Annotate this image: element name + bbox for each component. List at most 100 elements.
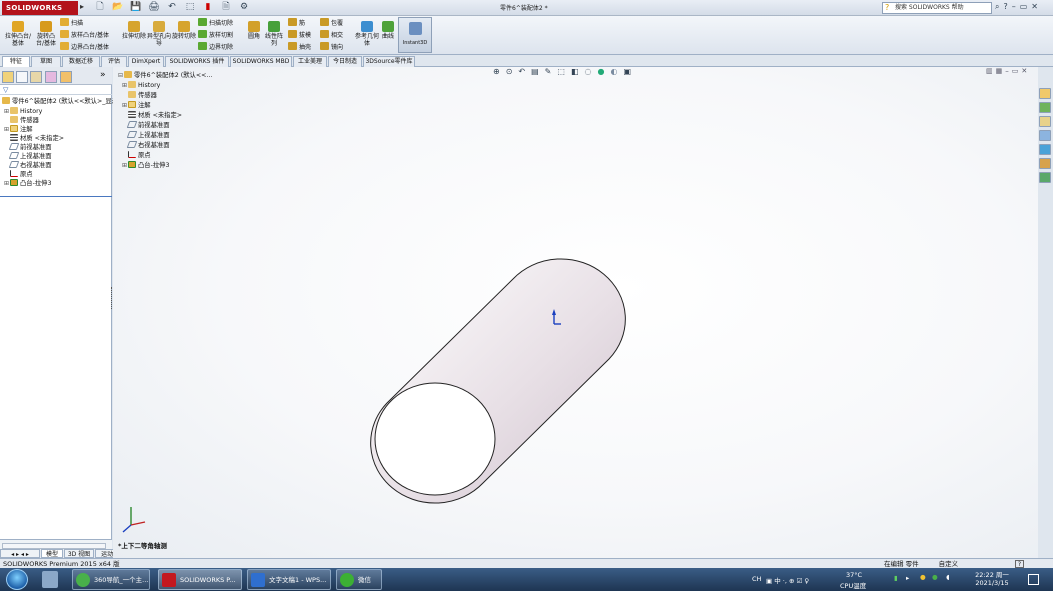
zoom-to-fit-icon[interactable]: ⊕ — [493, 67, 500, 79]
property-manager-tab-icon[interactable] — [16, 71, 28, 83]
input-language[interactable]: CH — [752, 575, 761, 583]
tree-item-material[interactable]: 材质 <未指定> — [4, 134, 64, 143]
forum-icon[interactable] — [1039, 172, 1051, 183]
flyout-root[interactable]: ⊟ 零件6^装配体2 (默认<<... — [118, 71, 212, 80]
rib-button[interactable]: 筋 — [288, 18, 305, 28]
tab-solidworks-addins[interactable]: SOLIDWORKS 插件 — [165, 56, 229, 67]
flyout-boss-extrude3[interactable]: ⊞ 凸台-拉伸3 — [122, 161, 169, 170]
battery-icon[interactable]: ▮ — [894, 574, 898, 582]
undo-icon[interactable]: ↶ — [166, 2, 178, 13]
fillet-button[interactable]: 圆角 — [245, 21, 263, 40]
expand-tabs-icon[interactable]: » — [100, 70, 106, 80]
view-palette-icon[interactable] — [1039, 130, 1051, 141]
boundary-boss-button[interactable]: 边界凸台/基体 — [60, 42, 109, 52]
status-help-button[interactable]: ? — [1015, 560, 1024, 568]
graphics-area[interactable]: ⊟ 零件6^装配体2 (默认<<... ⊞ History 传感器 ⊞ 注解 材质 <… — [113, 67, 1038, 558]
solidworks-resources-icon[interactable] — [1039, 88, 1051, 99]
save-icon[interactable]: 💾 — [130, 2, 142, 13]
tab-today-manufacture[interactable]: 今日制造 — [328, 56, 362, 67]
appearances-icon[interactable] — [1039, 144, 1051, 155]
tab-sketch[interactable]: 草图 — [31, 56, 61, 67]
extrude-boss-button[interactable]: 拉伸凸台/基体 — [4, 21, 32, 47]
boundary-cut-button[interactable]: 边界切除 — [198, 42, 233, 52]
restore-icon[interactable]: ▭ — [1020, 2, 1028, 12]
taskbar-app-wechat[interactable]: 微信 — [336, 569, 382, 590]
calculator-icon[interactable] — [42, 571, 58, 588]
tray-app-icon[interactable]: ● — [920, 573, 926, 581]
intersect-button[interactable]: 相交 — [320, 30, 343, 40]
viewport-restore-icon[interactable]: ▭ — [1012, 67, 1019, 75]
tab-3dsource[interactable]: 3DSource零件库 — [363, 56, 415, 67]
flyout-sensors[interactable]: 传感器 — [122, 91, 157, 100]
dynamic-annotation-icon[interactable]: ✎ — [545, 67, 552, 79]
dimxpert-manager-tab-icon[interactable] — [45, 71, 57, 83]
tab-nav-arrows[interactable]: ◂ ▸ ◂ ▸ — [0, 549, 40, 558]
tab-3d-views[interactable]: 3D 视图 — [64, 549, 94, 558]
tree-item-history[interactable]: ⊞ History — [4, 107, 42, 116]
speaker-icon[interactable]: ◖ — [946, 573, 949, 581]
edit-appearance-icon[interactable]: ● — [597, 67, 604, 79]
flyout-front-plane[interactable]: 前视基准面 — [122, 121, 169, 130]
notification-center-icon[interactable] — [1025, 571, 1041, 587]
reference-geometry-button[interactable]: 参考几何体 — [355, 21, 379, 47]
viewport-minimize-icon[interactable]: – — [1005, 67, 1009, 75]
instant3d-button[interactable]: Instant3D — [398, 17, 432, 53]
display-manager-tab-icon[interactable] — [60, 71, 72, 83]
flyout-material[interactable]: 材质 <未指定> — [122, 111, 182, 120]
shell-button[interactable]: 抽壳 — [288, 42, 311, 52]
taskbar-app-wps[interactable]: 文字文稿1 - WPS... — [247, 569, 331, 590]
viewport-close-icon[interactable]: ✕ — [1021, 67, 1027, 75]
revolve-cut-button[interactable]: 旋转切除 — [172, 21, 196, 40]
rebuild-icon[interactable]: ▮ — [202, 2, 214, 13]
configuration-manager-tab-icon[interactable] — [30, 71, 42, 83]
swept-cut-button[interactable]: 扫描切除 — [198, 18, 233, 28]
system-clock[interactable]: 22:22 周一 2021/3/15 — [968, 571, 1016, 587]
open-icon[interactable]: 📂 — [112, 2, 124, 13]
revolve-boss-button[interactable]: 旋转凸台/基体 — [33, 21, 59, 47]
view-settings-icon[interactable]: ▣ — [623, 67, 631, 79]
tree-item-sensors[interactable]: 传感器 — [4, 116, 39, 125]
taskbar-app-360-browser[interactable]: 360导航_一个主... — [72, 569, 150, 590]
extrude-cut-button[interactable]: 拉伸切除 — [122, 21, 146, 40]
filter-icon[interactable]: ▽ — [0, 86, 112, 95]
help-search-input[interactable]: ? 搜索 SOLIDWORKS 帮助 — [882, 2, 992, 14]
solidworks-logo[interactable]: SOLIDWORKS — [2, 1, 78, 15]
options-icon[interactable]: ⚙ — [238, 2, 250, 13]
draft-button[interactable]: 拔模 — [288, 30, 311, 40]
tree-item-front-plane[interactable]: 前视基准面 — [4, 143, 51, 152]
tray-wechat-icon[interactable]: ● — [932, 573, 938, 581]
tree-item-top-plane[interactable]: 上视基准面 — [4, 152, 51, 161]
flyout-top-plane[interactable]: 上视基准面 — [122, 131, 169, 140]
new-icon[interactable]: 🗋 — [94, 2, 106, 13]
select-icon[interactable]: ⬚ — [184, 2, 196, 13]
search-icon[interactable]: ⌕ — [995, 2, 999, 12]
lofted-cut-button[interactable]: 放样切割 — [198, 30, 233, 40]
taskbar-app-solidworks[interactable]: SOLIDWORKS P... — [158, 569, 242, 590]
view-orientation-icon[interactable]: ⬚ — [557, 67, 565, 79]
print-icon[interactable]: 🖨 — [148, 2, 160, 13]
tab-model[interactable]: 模型 — [41, 549, 63, 558]
flyout-history[interactable]: ⊞ History — [122, 81, 160, 90]
mirror-button[interactable]: 镜向 — [320, 42, 343, 52]
tray-arrow-icon[interactable]: ▸ — [906, 574, 909, 582]
start-button-icon[interactable] — [6, 569, 28, 590]
flyout-right-plane[interactable]: 右视基准面 — [122, 141, 169, 150]
custom-properties-icon[interactable] — [1039, 158, 1051, 169]
hole-wizard-button[interactable]: 异型孔向导 — [147, 21, 171, 47]
design-library-icon[interactable] — [1039, 102, 1051, 113]
tree-item-right-plane[interactable]: 右视基准面 — [4, 161, 51, 170]
section-view-icon[interactable]: ▤ — [531, 67, 539, 79]
file-explorer-icon[interactable] — [1039, 116, 1051, 127]
tab-solidworks-mbd[interactable]: SOLIDWORKS MBD — [230, 56, 292, 67]
viewport-split-icon[interactable]: ▥ — [986, 67, 993, 75]
previous-view-icon[interactable]: ↶ — [518, 67, 525, 79]
tree-item-annotations[interactable]: ⊞ 注解 — [4, 125, 33, 134]
close-icon[interactable]: ✕ — [1031, 2, 1038, 12]
tab-data-migration[interactable]: 数据迁移 — [62, 56, 100, 67]
hide-show-icon[interactable]: ◌ — [585, 67, 592, 79]
menu-arrow-icon[interactable]: ▸ — [80, 2, 84, 11]
wrap-button[interactable]: 包覆 — [320, 18, 343, 28]
sweep-button[interactable]: 扫描 — [60, 18, 83, 28]
cylinder-body[interactable] — [370, 258, 626, 504]
flyout-annotations[interactable]: ⊞ 注解 — [122, 101, 151, 110]
